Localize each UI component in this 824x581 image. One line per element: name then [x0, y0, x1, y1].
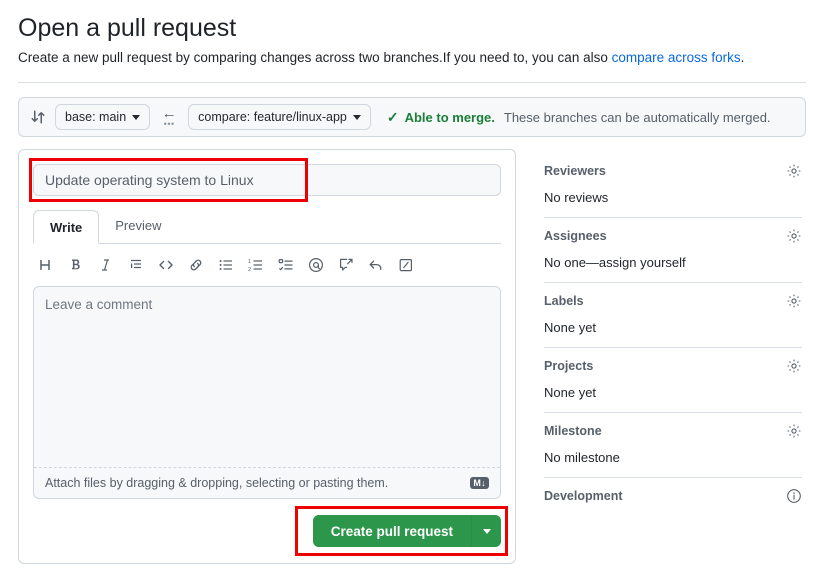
compare-across-forks-link[interactable]: compare across forks	[612, 50, 741, 65]
info-icon[interactable]	[786, 488, 802, 504]
gear-icon[interactable]	[786, 358, 802, 374]
bold-icon[interactable]	[67, 256, 85, 274]
sidebar-header-development: Development	[544, 488, 802, 504]
ordered-list-icon[interactable]: 1 2	[247, 256, 265, 274]
markdown-toolbar: 1 2	[33, 248, 501, 282]
title-row	[29, 158, 501, 202]
sidebar-header-assignees: Assignees	[544, 228, 802, 244]
sidebar-title-assignees: Assignees	[544, 229, 607, 243]
page-header: Open a pull request Create a new pull re…	[0, 0, 824, 68]
chevron-down-icon	[482, 528, 491, 534]
pull-request-form: Write Preview	[18, 149, 516, 564]
create-pull-request-button-group: Create pull request	[312, 515, 501, 547]
reply-icon[interactable]	[367, 256, 385, 274]
direction-arrow: ← •••	[158, 104, 180, 129]
comment-textarea[interactable]: Leave a comment	[34, 287, 500, 467]
sidebar-header-projects: Projects	[544, 358, 802, 374]
page-subtitle-suffix: .	[740, 50, 745, 65]
arrow-left-icon: ←	[161, 104, 177, 122]
mention-icon[interactable]	[307, 256, 325, 274]
base-branch-selector[interactable]: base: main	[55, 104, 151, 130]
main-content: Write Preview	[18, 149, 806, 564]
sidebar-header-labels: Labels	[544, 293, 802, 309]
heading-icon[interactable]	[37, 256, 55, 274]
sidebar-section-assignees: Assignees No one—assign yourself	[544, 218, 802, 283]
check-icon: ✓	[386, 109, 399, 125]
sidebar-value-reviewers: No reviews	[544, 190, 609, 205]
page-subtitle-text: Create a new pull request by comparing c…	[18, 50, 612, 65]
tab-write[interactable]: Write	[33, 210, 100, 244]
sidebar-header-reviewers: Reviewers	[544, 163, 802, 179]
git-compare-icon	[29, 108, 47, 126]
comment-box: Leave a comment Attach files by dragging…	[33, 286, 501, 499]
compare-branch-selector[interactable]: compare: feature/linux-app	[188, 104, 371, 130]
compare-branch-label: compare: feature/linux-app	[198, 110, 347, 124]
italic-icon[interactable]	[97, 256, 115, 274]
sidebar-title-reviewers: Reviewers	[544, 164, 606, 178]
sidebar-title-projects: Projects	[544, 359, 594, 373]
merge-status-note: These branches can be automatically merg…	[503, 109, 771, 125]
sidebar-section-reviewers: Reviewers No reviews	[544, 153, 802, 218]
attach-files-hint: Attach files by dragging & dropping, sel…	[45, 476, 389, 490]
base-branch-label: base: main	[65, 110, 127, 124]
editor-tabs: Write Preview	[33, 210, 501, 244]
ellipsis-icon: •••	[163, 118, 175, 129]
task-list-icon[interactable]	[277, 256, 295, 274]
gear-icon[interactable]	[786, 293, 802, 309]
quote-icon[interactable]	[127, 256, 145, 274]
markdown-badge[interactable]: M↓	[470, 477, 489, 489]
link-icon[interactable]	[187, 256, 205, 274]
sidebar-value-milestone: No milestone	[544, 450, 620, 465]
create-pull-request-dropdown[interactable]	[471, 515, 501, 547]
sidebar-value-labels: None yet	[544, 320, 597, 335]
branch-compare-bar: base: main ← ••• compare: feature/linux-…	[18, 97, 806, 137]
sidebar-value-assignees[interactable]: No one—assign yourself	[544, 255, 802, 270]
gear-icon[interactable]	[786, 163, 802, 179]
tab-preview[interactable]: Preview	[99, 209, 177, 243]
unordered-list-icon[interactable]	[217, 256, 235, 274]
page-title: Open a pull request	[18, 14, 237, 42]
sidebar-value-projects: None yet	[544, 385, 597, 400]
sidebar-header-milestone: Milestone	[544, 423, 802, 439]
submit-row: Create pull request	[33, 506, 508, 556]
svg-text:1: 1	[248, 259, 251, 265]
pr-title-input[interactable]	[33, 164, 501, 196]
pr-sidebar: Reviewers No reviews Assignees No one—as…	[544, 149, 802, 516]
slash-command-icon[interactable]	[397, 256, 415, 274]
gear-icon[interactable]	[786, 228, 802, 244]
sidebar-title-labels: Labels	[544, 294, 584, 308]
comment-footer: Attach files by dragging & dropping, sel…	[34, 467, 500, 498]
reference-icon[interactable]	[337, 256, 355, 274]
merge-status-label: Able to merge.	[404, 109, 495, 125]
sidebar-title-development: Development	[544, 489, 623, 503]
gear-icon[interactable]	[786, 423, 802, 439]
svg-text:2: 2	[248, 267, 251, 273]
sidebar-section-development: Development	[544, 478, 802, 516]
merge-status: ✓ Able to merge. These branches can be a…	[387, 110, 771, 125]
sidebar-section-projects: Projects None yet	[544, 348, 802, 413]
sidebar-title-milestone: Milestone	[544, 424, 602, 438]
sidebar-section-labels: Labels None yet	[544, 283, 802, 348]
create-pull-request-button[interactable]: Create pull request	[312, 515, 471, 547]
page-subtitle: Create a new pull request by comparing c…	[18, 48, 806, 68]
sidebar-section-milestone: Milestone No milestone	[544, 413, 802, 478]
code-icon[interactable]	[157, 256, 175, 274]
chevron-down-icon	[132, 114, 141, 120]
header-divider	[18, 82, 806, 83]
chevron-down-icon	[352, 114, 361, 120]
